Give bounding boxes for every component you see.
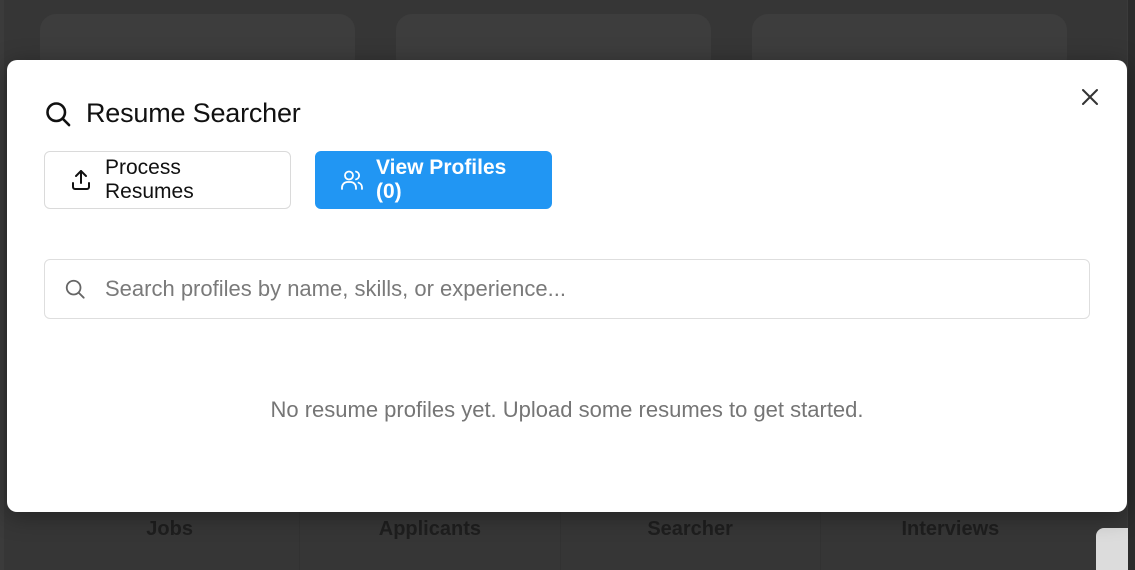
nav-item-searcher: Searcher	[559, 512, 820, 570]
dialog-header: Resume Searcher	[44, 98, 301, 129]
process-resumes-label: Process Resumes	[105, 156, 194, 203]
close-icon	[1081, 88, 1099, 106]
dialog-title: Resume Searcher	[86, 98, 301, 128]
profile-search-input[interactable]	[105, 276, 1089, 302]
users-icon	[340, 168, 364, 192]
nav-item-interviews: Interviews	[819, 512, 1080, 570]
view-profiles-label: View Profiles (0)	[376, 156, 507, 203]
nav-item-jobs: Jobs	[146, 518, 193, 540]
resume-searcher-dialog: Resume Searcher Process Resumes View Pro…	[7, 60, 1127, 512]
view-profiles-button[interactable]: View Profiles (0)	[315, 151, 552, 209]
profile-search-box	[44, 259, 1090, 319]
search-icon	[44, 100, 72, 128]
upload-icon	[69, 168, 93, 192]
nav-item-applicants: Applicants	[299, 512, 559, 570]
process-resumes-button[interactable]: Process Resumes	[44, 151, 291, 209]
close-button[interactable]	[1078, 85, 1102, 109]
dialog-tabs: Process Resumes View Profiles (0)	[44, 151, 552, 209]
empty-state-message: No resume profiles yet. Upload some resu…	[270, 397, 864, 422]
page-scrollbar[interactable]	[1128, 0, 1135, 570]
background-nav: Jobs Applicants Searcher Interviews	[40, 512, 1080, 570]
search-icon	[45, 278, 105, 300]
